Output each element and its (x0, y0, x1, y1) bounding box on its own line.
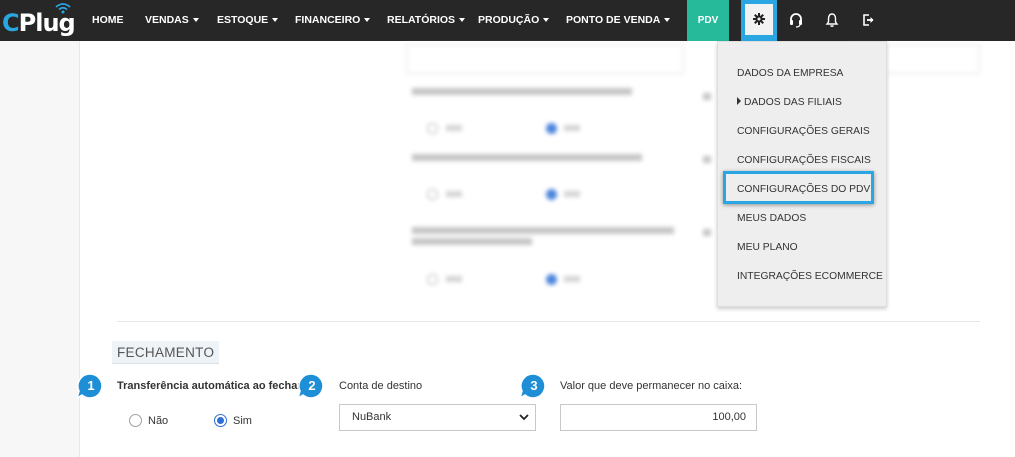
radio-sim-label: Sim (233, 415, 252, 427)
menu-item-configuracoes-gerais[interactable]: CONFIGURAÇÕES GERAIS (737, 126, 870, 137)
blurred-select (406, 44, 684, 74)
caret-down-icon (664, 18, 671, 23)
blurred-radio (546, 189, 557, 200)
nav-producao[interactable]: PRODUÇÃO (478, 0, 550, 41)
headset-icon[interactable] (788, 12, 804, 28)
radio-sim[interactable] (214, 414, 227, 427)
nav-vendas[interactable]: VENDAS (145, 0, 199, 41)
menu-item-meus-dados[interactable]: MEUS DADOS (737, 213, 806, 224)
transferencia-label: Transferência automática ao fechar (117, 380, 302, 392)
left-gutter (0, 41, 80, 457)
radio-nao[interactable] (129, 414, 142, 427)
blurred-text (564, 191, 580, 197)
section-divider (117, 321, 980, 322)
conta-destino-select[interactable]: NuBank (339, 404, 536, 431)
blurred-text (446, 191, 462, 197)
blurred-text (703, 156, 711, 163)
blurred-text (703, 229, 711, 236)
menu-item-configuracoes-fiscais[interactable]: CONFIGURAÇÕES FISCAIS (737, 155, 871, 166)
step-badge-3: 3 (530, 378, 538, 393)
step-badge-2: 2 (308, 378, 316, 393)
pdv-button[interactable]: PDV (687, 0, 729, 41)
blurred-text (703, 93, 711, 100)
blurred-text (564, 125, 580, 131)
logo-text: CPlug (2, 9, 76, 37)
menu-item-dados-da-empresa[interactable]: DADOS DA EMPRESA (737, 68, 843, 79)
blurred-text (412, 88, 632, 95)
nav-relatorios[interactable]: RELATÓRIOS (387, 0, 466, 41)
menu-item-dados-das-filiais[interactable]: DADOS DAS FILIAIS (737, 97, 842, 108)
caret-down-icon (543, 18, 550, 23)
nav-estoque[interactable]: ESTOQUE (217, 0, 279, 41)
blurred-text (446, 125, 462, 131)
blurred-text (412, 154, 642, 161)
blurred-text (446, 276, 462, 282)
chevron-down-icon (519, 414, 529, 421)
caret-down-icon (192, 18, 199, 23)
blurred-radio (427, 123, 438, 134)
blurred-text (412, 238, 532, 245)
valor-caixa-input[interactable]: 100,00 (560, 404, 757, 431)
nav-ponto-de-venda[interactable]: PONTO DE VENDA (566, 0, 671, 41)
caret-down-icon (364, 18, 371, 23)
menu-item-integracoes-ecommerce[interactable]: INTEGRAÇÕES ECOMMERCE (737, 271, 883, 282)
section-title-fechamento: FECHAMENTO (112, 341, 219, 364)
conta-destino-value: NuBank (352, 411, 392, 423)
step-badge-1: 1 (87, 378, 95, 393)
caret-down-icon (272, 18, 279, 23)
menu-item-meu-plano[interactable]: MEU PLANO (737, 242, 798, 253)
nav-financeiro[interactable]: FINANCEIRO (295, 0, 371, 41)
bell-icon[interactable] (824, 12, 840, 28)
valor-caixa-label: Valor que deve permanecer no caixa: (560, 380, 743, 392)
blurred-text (564, 276, 580, 282)
cplug-logo[interactable]: CPlug (2, 2, 78, 40)
blurred-radio (427, 189, 438, 200)
logout-icon[interactable] (860, 12, 876, 28)
submenu-arrow-icon (737, 97, 741, 105)
settings-button[interactable] (741, 0, 777, 41)
nav-home[interactable]: HOME (92, 0, 124, 41)
highlight-box-configuracoes-do-pdv (723, 171, 874, 204)
blurred-text (412, 227, 674, 234)
top-navbar: CPlug HOME VENDAS ESTOQUE FINANCEIRO REL… (0, 0, 1015, 41)
blurred-radio (427, 274, 438, 285)
settings-button-inner (745, 4, 773, 35)
blurred-radio (546, 123, 557, 134)
gear-icon (753, 13, 765, 25)
radio-nao-label: Não (148, 415, 169, 427)
blurred-radio (546, 274, 557, 285)
conta-destino-label: Conta de destino (339, 380, 423, 392)
caret-down-icon (459, 18, 466, 23)
